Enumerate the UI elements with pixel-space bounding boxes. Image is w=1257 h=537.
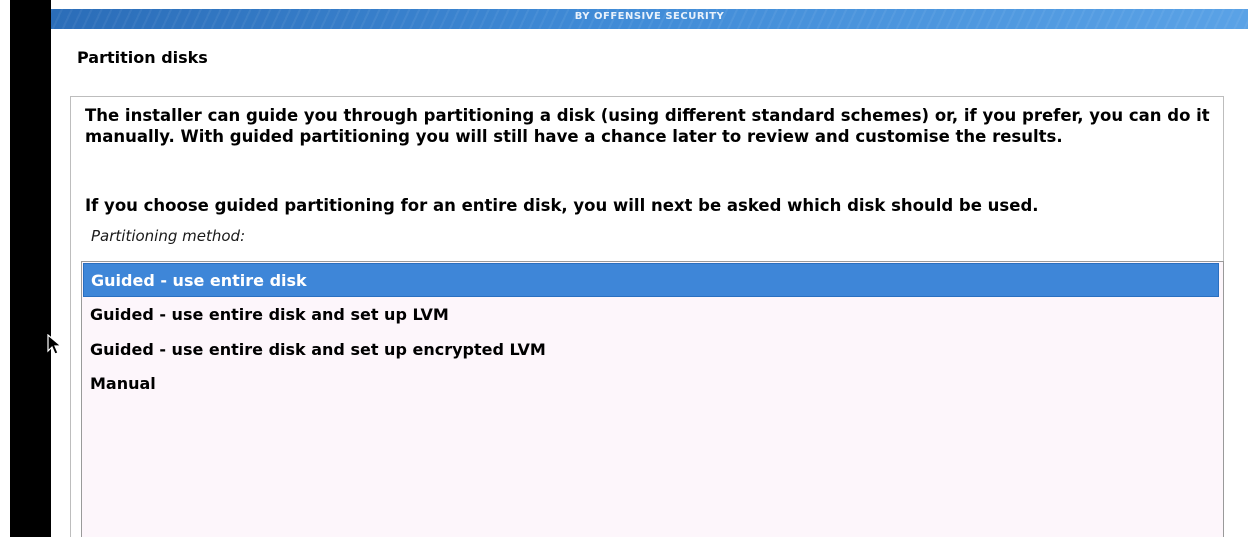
method-option-manual[interactable]: Manual [83,367,1219,401]
guided-paragraph: If you choose guided partitioning for an… [85,196,1039,215]
partitioning-method-label: Partitioning method: [91,227,246,245]
method-option-guided-lvm[interactable]: Guided - use entire disk and set up LVM [83,298,1219,332]
dialog-content: The installer can guide you through part… [70,96,1224,537]
black-sidebar [10,0,51,537]
intro-paragraph: The installer can guide you through part… [85,106,1210,146]
partitioning-method-list[interactable]: Guided - use entire disk Guided - use en… [81,261,1224,537]
header-banner: BY OFFENSIVE SECURITY [51,9,1248,29]
screen-edge-right [1248,0,1257,537]
screen-edge-left [0,0,10,537]
method-option-guided-entire-disk[interactable]: Guided - use entire disk [83,263,1219,297]
mouse-pointer-icon [47,334,63,355]
banner-text: BY OFFENSIVE SECURITY [574,11,725,22]
method-option-guided-encrypted-lvm[interactable]: Guided - use entire disk and set up encr… [83,333,1219,367]
page-title: Partition disks [77,48,208,67]
installer-screen: BY OFFENSIVE SECURITY Partition disks Th… [0,0,1257,537]
